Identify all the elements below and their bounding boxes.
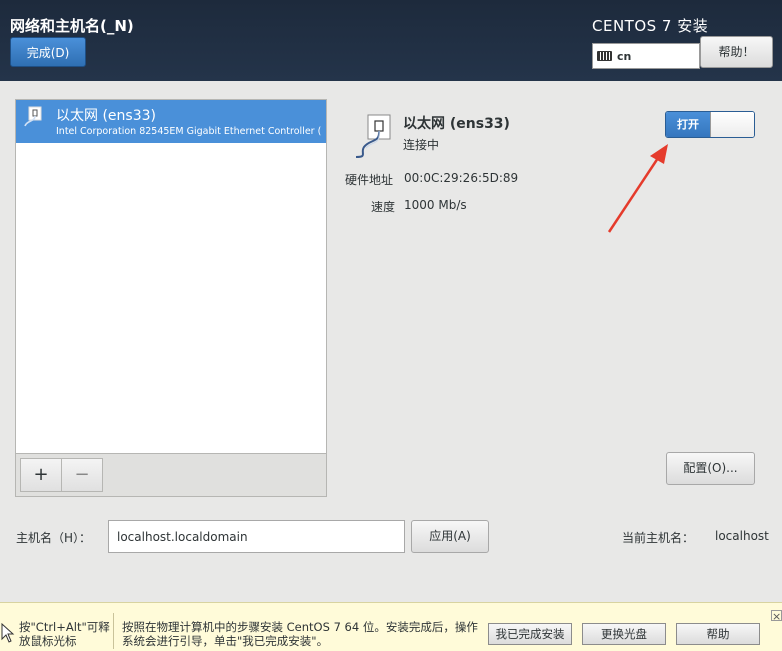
keyboard-layout-indicator[interactable]: cn <box>592 43 700 69</box>
install-hint: 按照在物理计算机中的步骤安装 CentOS 7 64 位。安装完成后，操作系统会… <box>122 620 478 648</box>
ethernet-icon <box>24 106 42 127</box>
device-list: 以太网 (ens33) Intel Corporation 82545EM Gi… <box>15 99 327 497</box>
toggle-on-label: 打开 <box>666 112 710 137</box>
change-disc-button[interactable]: 更换光盘 <box>582 623 666 645</box>
keyboard-icon <box>597 51 612 61</box>
apply-button[interactable]: 应用(A) <box>411 520 489 553</box>
hardware-address-label: 硬件地址 <box>345 173 394 187</box>
device-list-item[interactable]: 以太网 (ens33) Intel Corporation 82545EM Gi… <box>16 100 326 143</box>
mouse-cursor-icon <box>1 623 15 643</box>
hostname-input[interactable] <box>108 520 405 553</box>
help-button[interactable]: 帮助！ <box>700 36 773 68</box>
speed-label: 速度 <box>371 200 396 214</box>
keyboard-layout-label: cn <box>617 49 632 63</box>
hint-divider <box>113 613 114 649</box>
toggle-knob[interactable] <box>710 112 754 137</box>
annotation-arrow-icon <box>607 144 668 233</box>
device-name: 以太网 (ens33) <box>403 116 510 132</box>
remove-device-button[interactable]: − <box>61 458 103 492</box>
release-cursor-hint: 按"Ctrl+Alt"可释放鼠标光标 <box>19 620 110 648</box>
current-hostname-value: localhost <box>715 529 769 543</box>
current-hostname-label: 当前主机名： <box>622 531 695 545</box>
device-list-toolbar: + − <box>16 453 326 496</box>
vm-help-button[interactable]: 帮助 <box>676 623 760 645</box>
device-list-item-description: Intel Corporation 82545EM Gigabit Ethern… <box>56 126 322 137</box>
hostname-label: 主机名（H）： <box>16 531 92 545</box>
hardware-address-value: 00:0C:29:26:5D:89 <box>404 171 519 185</box>
device-list-item-name: 以太网 (ens33) <box>56 108 156 124</box>
add-device-button[interactable]: + <box>20 458 62 492</box>
page-title: 网络和主机名(_N) <box>10 17 134 35</box>
vm-hint-bar: 按"Ctrl+Alt"可释放鼠标光标 按照在物理计算机中的步骤安装 CentOS… <box>0 602 782 651</box>
header-bar: 网络和主机名(_N) 完成(D) CENTOS 7 安装 cn 帮助！ <box>0 0 782 81</box>
ethernet-device-icon <box>355 114 391 158</box>
close-icon[interactable]: × <box>771 610 782 622</box>
done-button[interactable]: 完成(D) <box>10 37 86 67</box>
install-title: CENTOS 7 安装 <box>592 17 709 35</box>
connection-toggle[interactable]: 打开 <box>665 111 755 138</box>
finished-install-button[interactable]: 我已完成安装 <box>488 623 572 645</box>
device-status: 连接中 <box>403 138 440 152</box>
speed-value: 1000 Mb/s <box>404 198 467 212</box>
configure-button[interactable]: 配置(O)... <box>666 452 755 485</box>
